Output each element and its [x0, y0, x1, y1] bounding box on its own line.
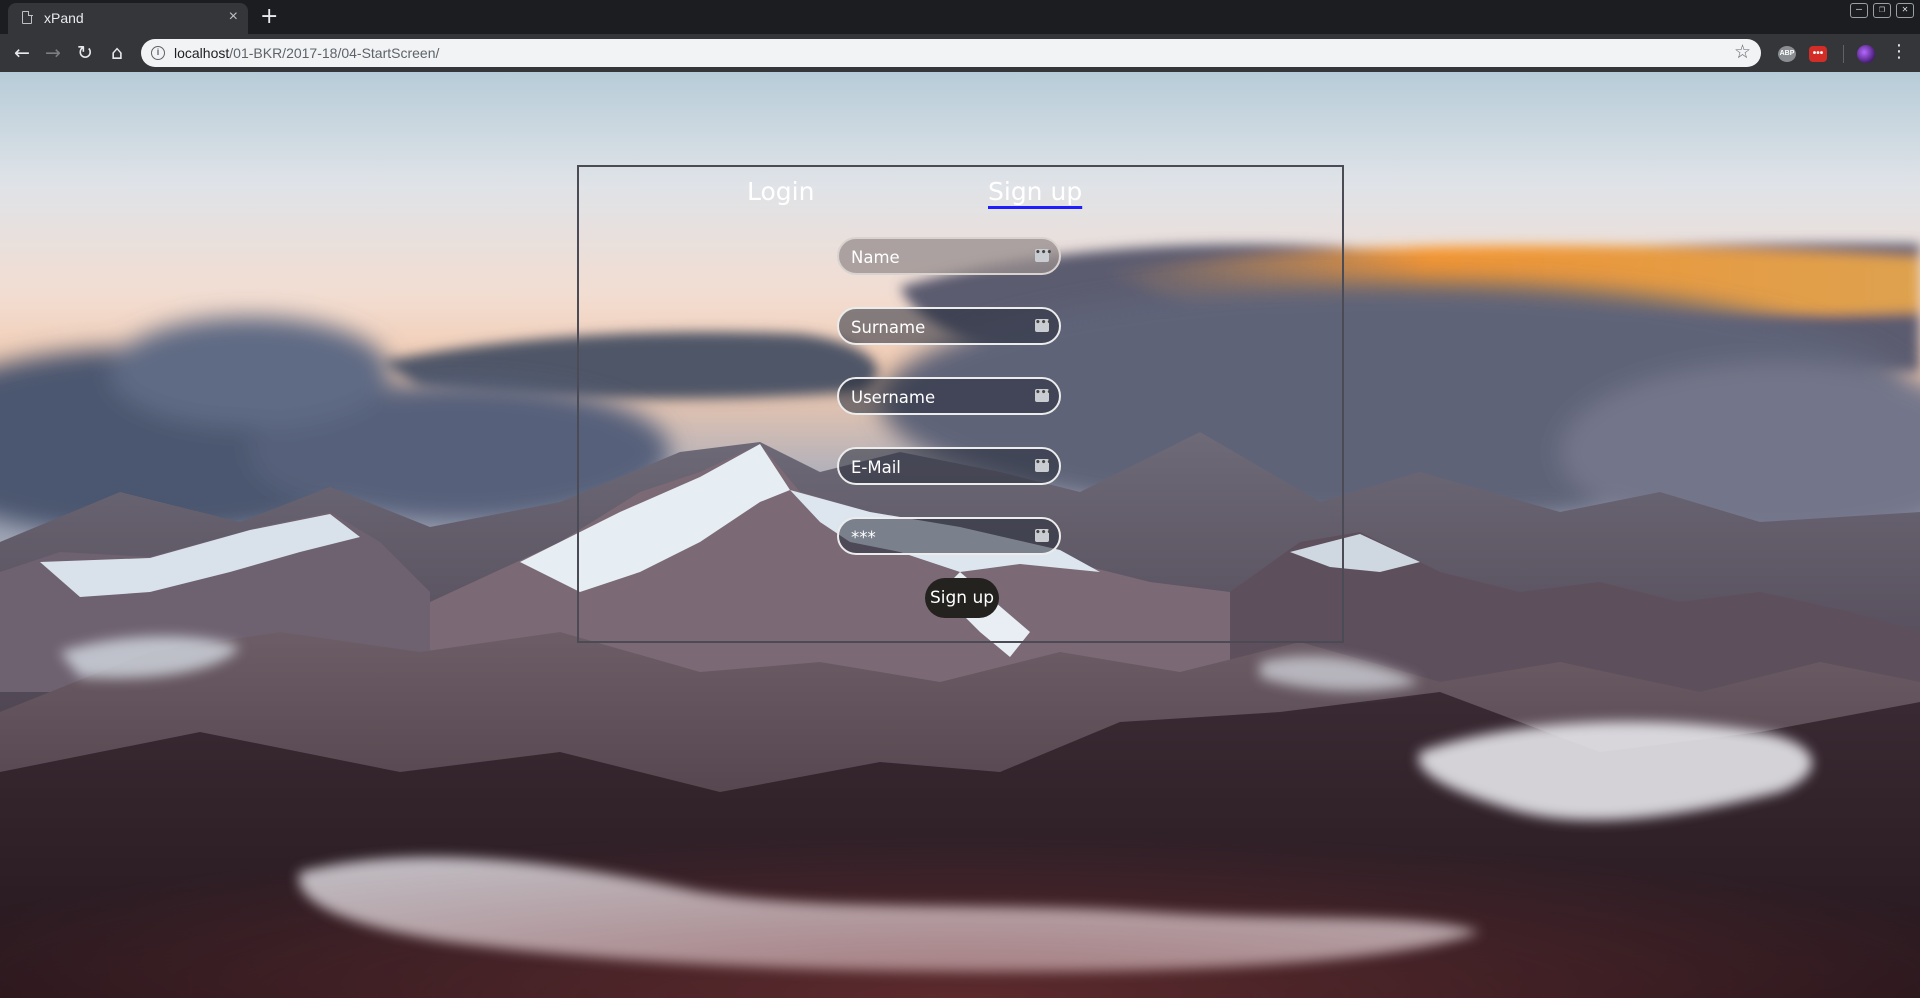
- url-path: /01-BKR/2017-18/04-StartScreen/: [229, 45, 440, 61]
- page-icon: [22, 10, 33, 24]
- star-icon[interactable]: ☆: [1734, 41, 1751, 64]
- address-bar[interactable]: i localhost/01-BKR/2017-18/04-StartScree…: [141, 39, 1761, 67]
- tab-title: xPand: [44, 10, 84, 26]
- password-manager-icon[interactable]: •••: [1035, 529, 1052, 542]
- name-input[interactable]: [851, 245, 1021, 269]
- page-viewport: Login Sign up ••• ••• ••• ••• ••• Sign u…: [0, 72, 1920, 998]
- sign-up-button[interactable]: Sign up: [925, 578, 999, 618]
- email-field[interactable]: •••: [837, 447, 1061, 485]
- toolbar-divider: [1843, 45, 1844, 63]
- username-input[interactable]: [851, 385, 1021, 409]
- url-text[interactable]: localhost/01-BKR/2017-18/04-StartScreen/: [174, 45, 439, 61]
- profile-icon[interactable]: [1857, 45, 1875, 63]
- forward-icon[interactable]: →: [41, 41, 65, 65]
- restore-icon[interactable]: ❐: [1873, 3, 1891, 18]
- password-manager-icon[interactable]: •••: [1035, 319, 1052, 332]
- back-icon[interactable]: ←: [10, 41, 34, 65]
- email-input[interactable]: [851, 455, 1021, 479]
- close-window-icon[interactable]: ✕: [1896, 3, 1914, 18]
- browser-toolbar: ← → ↻ ⌂ i localhost/01-BKR/2017-18/04-St…: [0, 34, 1920, 72]
- reload-icon[interactable]: ↻: [73, 41, 97, 65]
- browser-tab-strip: xPand × + — ❐ ✕: [0, 0, 1920, 34]
- username-field[interactable]: •••: [837, 377, 1061, 415]
- info-icon[interactable]: i: [151, 46, 165, 60]
- window-controls: — ❐ ✕: [1850, 3, 1914, 18]
- menu-icon[interactable]: ⋮: [1890, 41, 1908, 62]
- new-tab-button[interactable]: +: [260, 3, 278, 31]
- lastpass-icon[interactable]: •••: [1809, 46, 1827, 62]
- adblock-icon[interactable]: ABP: [1778, 46, 1796, 62]
- home-icon[interactable]: ⌂: [105, 41, 129, 65]
- password-manager-icon[interactable]: •••: [1035, 389, 1052, 402]
- tab-signup[interactable]: Sign up: [988, 177, 1082, 206]
- password-manager-icon[interactable]: •••: [1035, 249, 1052, 262]
- tab-login[interactable]: Login: [747, 177, 814, 206]
- surname-input[interactable]: [851, 315, 1021, 339]
- close-icon[interactable]: ×: [229, 8, 238, 26]
- password-field[interactable]: •••: [837, 517, 1061, 555]
- url-host: localhost: [174, 45, 230, 61]
- minimize-icon[interactable]: —: [1850, 3, 1868, 18]
- auth-panel: Login Sign up ••• ••• ••• ••• ••• Sign u…: [577, 165, 1344, 643]
- password-manager-icon[interactable]: •••: [1035, 459, 1052, 472]
- surname-field[interactable]: •••: [837, 307, 1061, 345]
- name-field[interactable]: •••: [837, 237, 1061, 275]
- browser-tab[interactable]: xPand ×: [8, 3, 248, 34]
- password-input[interactable]: [851, 525, 1021, 549]
